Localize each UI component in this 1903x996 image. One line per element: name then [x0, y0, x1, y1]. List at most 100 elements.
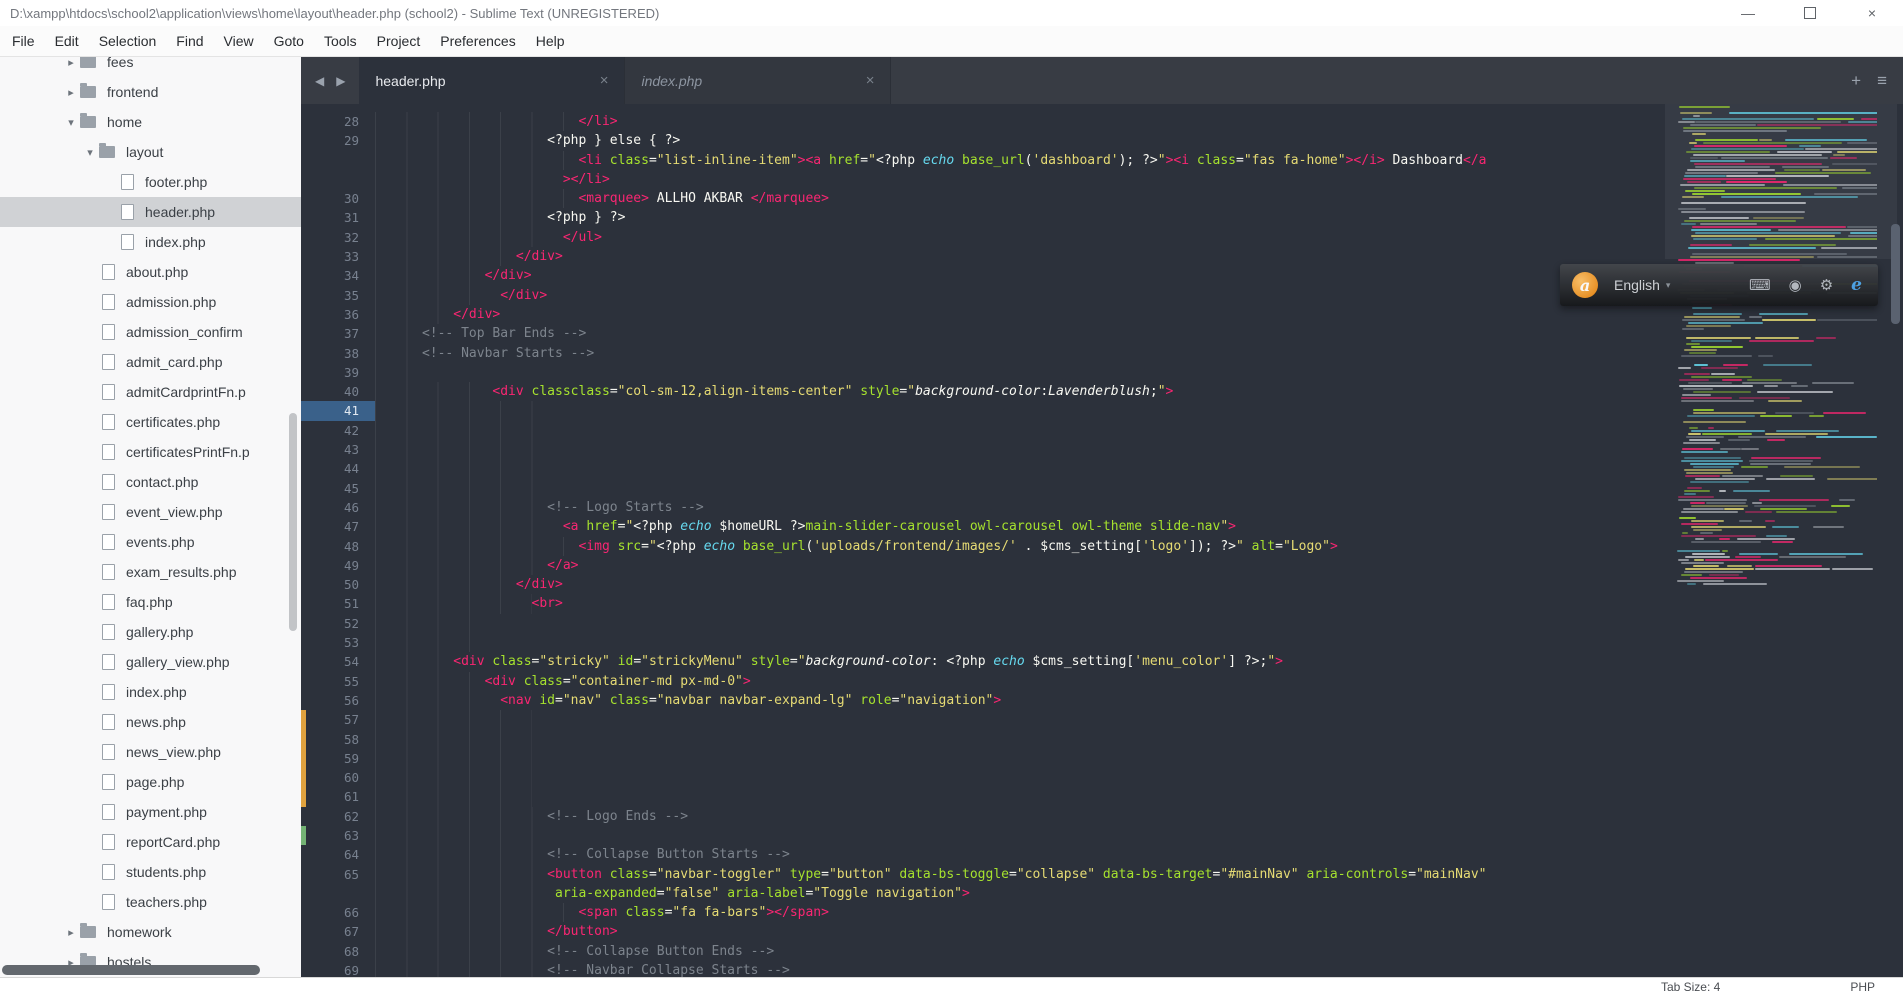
menu-goto[interactable]: Goto — [264, 29, 314, 53]
line-number[interactable]: 39 — [301, 363, 375, 382]
code-line[interactable]: 67 </button> — [301, 922, 1903, 941]
code-line[interactable]: 45 — [301, 479, 1903, 498]
line-number[interactable] — [301, 151, 375, 170]
code-line[interactable]: 48 <img src="<?php echo base_url('uploads… — [301, 537, 1903, 556]
code-line[interactable]: 39 — [301, 363, 1903, 382]
status-syntax[interactable]: PHP — [1850, 980, 1875, 994]
line-number[interactable]: 62 — [301, 807, 375, 826]
line-number[interactable]: 29 — [301, 131, 375, 150]
code-line[interactable]: 41 — [301, 401, 1903, 420]
sidebar-item-payment.php[interactable]: payment.php — [0, 797, 301, 827]
language-selector[interactable]: English ▾ — [1614, 277, 1670, 293]
sidebar-item-students.php[interactable]: students.php — [0, 857, 301, 887]
tab-header.php[interactable]: header.php × — [359, 57, 625, 104]
line-number[interactable]: 65 — [301, 865, 375, 884]
code-line[interactable]: ></li> — [301, 170, 1903, 189]
menu-tools[interactable]: Tools — [314, 29, 367, 53]
minimap[interactable] — [1677, 106, 1877, 586]
line-number[interactable]: 36 — [301, 305, 375, 324]
line-number[interactable]: 52 — [301, 614, 375, 633]
menu-edit[interactable]: Edit — [45, 29, 89, 53]
code-line[interactable]: 54 <div class="stricky" id="strickyMenu" … — [301, 652, 1903, 671]
line-number[interactable]: 66 — [301, 903, 375, 922]
code-line[interactable]: 30 <marquee> ALLHO AKBAR </marquee> — [301, 189, 1903, 208]
tab-close-icon[interactable]: × — [600, 72, 609, 89]
sidebar-item-page.php[interactable]: page.php — [0, 767, 301, 797]
chevron-down-icon[interactable]: ▾ — [81, 146, 99, 159]
sidebar-item-fees[interactable]: ▸ fees — [0, 57, 301, 77]
minimize-button[interactable]: — — [1717, 0, 1779, 26]
sidebar-item-news.php[interactable]: news.php — [0, 707, 301, 737]
language-bar[interactable]: a English ▾ ⌨ ◉ ⚙ e — [1560, 264, 1878, 306]
line-number[interactable]: 43 — [301, 440, 375, 459]
code-line[interactable]: 37 <!-- Top Bar Ends --> — [301, 324, 1903, 343]
code-line[interactable]: 43 — [301, 440, 1903, 459]
sidebar-item-teachers.php[interactable]: teachers.php — [0, 887, 301, 917]
code-line[interactable]: 31 <?php } ?> — [301, 208, 1903, 227]
chevron-down-icon[interactable]: ▾ — [62, 116, 80, 129]
menu-help[interactable]: Help — [526, 29, 575, 53]
line-number[interactable]: 51 — [301, 594, 375, 613]
new-tab-button[interactable]: + — [1851, 71, 1861, 91]
sidebar-item-admit_card.php[interactable]: admit_card.php — [0, 347, 301, 377]
code-line[interactable]: 60 — [301, 768, 1903, 787]
line-number[interactable]: 42 — [301, 421, 375, 440]
line-number[interactable]: 61 — [301, 787, 375, 806]
line-number[interactable]: 30 — [301, 189, 375, 208]
line-number[interactable]: 33 — [301, 247, 375, 266]
tab-nav-back-icon[interactable]: ◀ — [315, 74, 324, 88]
line-number[interactable]: 32 — [301, 228, 375, 247]
code-line[interactable]: 52 — [301, 614, 1903, 633]
chevron-right-icon[interactable]: ▸ — [62, 86, 80, 99]
code-line[interactable]: 51 <br> — [301, 594, 1903, 613]
line-number[interactable]: 59 — [301, 749, 375, 768]
sidebar-item-admission_confirm[interactable]: admission_confirm — [0, 317, 301, 347]
sidebar-item-index.php[interactable]: index.php — [0, 227, 301, 257]
status-tab-size[interactable]: Tab Size: 4 — [1661, 980, 1720, 994]
menu-view[interactable]: View — [214, 29, 264, 53]
code-line[interactable]: 40 <div classclass="col-sm-12,align-items… — [301, 382, 1903, 401]
code-line[interactable]: 46 <!-- Logo Starts --> — [301, 498, 1903, 517]
editor-scrollbar[interactable] — [1891, 224, 1900, 324]
line-number[interactable]: 69 — [301, 961, 375, 978]
menu-selection[interactable]: Selection — [89, 29, 167, 53]
code-line[interactable]: 50 </div> — [301, 575, 1903, 594]
keyboard-icon[interactable]: ⌨ — [1749, 276, 1771, 294]
code-line[interactable]: <li class="list-inline-item"><a href="<?… — [301, 151, 1903, 170]
line-number[interactable]: 58 — [301, 730, 375, 749]
line-number[interactable]: 48 — [301, 537, 375, 556]
chevron-right-icon[interactable]: ▸ — [62, 57, 80, 69]
line-number[interactable]: 68 — [301, 942, 375, 961]
sidebar-item-admission.php[interactable]: admission.php — [0, 287, 301, 317]
browser-e-icon[interactable]: e — [1851, 275, 1862, 295]
code-line[interactable]: 28 </li> — [301, 112, 1903, 131]
code-line[interactable]: 66 <span class="fa fa-bars"></span> — [301, 903, 1903, 922]
line-number[interactable]: 55 — [301, 672, 375, 691]
code-line[interactable]: 44 — [301, 459, 1903, 478]
code-line[interactable]: 57 — [301, 710, 1903, 729]
line-number[interactable]: 63 — [301, 826, 375, 845]
line-number[interactable]: 67 — [301, 922, 375, 941]
code-line[interactable]: 42 — [301, 421, 1903, 440]
sidebar-item-index.php[interactable]: index.php — [0, 677, 301, 707]
sidebar-vertical-scrollbar[interactable] — [289, 413, 297, 631]
sidebar-item-news_view.php[interactable]: news_view.php — [0, 737, 301, 767]
sidebar-item-faq.php[interactable]: faq.php — [0, 587, 301, 617]
line-number[interactable]: 56 — [301, 691, 375, 710]
avro-icon[interactable]: a — [1572, 272, 1598, 298]
code-line[interactable]: 61 — [301, 787, 1903, 806]
code-line[interactable]: 55 <div class="container-md px-md-0"> — [301, 672, 1903, 691]
line-number[interactable]: 64 — [301, 845, 375, 864]
line-number[interactable]: 50 — [301, 575, 375, 594]
sidebar-item-events.php[interactable]: events.php — [0, 527, 301, 557]
line-number[interactable]: 34 — [301, 266, 375, 285]
code-line[interactable]: 65 <button class="navbar-toggler" type="b… — [301, 865, 1903, 884]
line-number[interactable]: 57 — [301, 710, 375, 729]
line-number[interactable]: 54 — [301, 652, 375, 671]
mode-icon[interactable]: ◉ — [1789, 276, 1802, 294]
sidebar-horizontal-scrollbar[interactable] — [2, 965, 260, 975]
chevron-right-icon[interactable]: ▸ — [62, 926, 80, 939]
tab-overflow-icon[interactable]: ≡ — [1877, 71, 1887, 91]
code-line[interactable]: 59 — [301, 749, 1903, 768]
sidebar-item-certificatesPrintFn.p[interactable]: certificatesPrintFn.p — [0, 437, 301, 467]
